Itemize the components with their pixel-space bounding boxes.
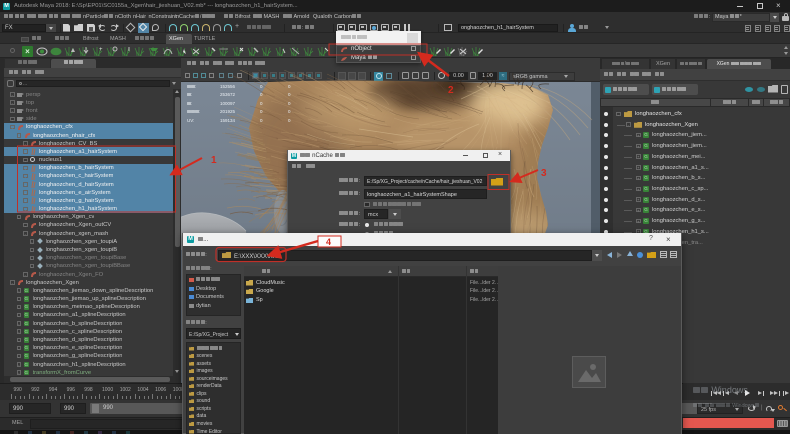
svg-text:1: 1	[211, 155, 217, 166]
svg-text:4: 4	[326, 237, 331, 247]
svg-text:2: 2	[448, 85, 454, 96]
svg-text:3: 3	[541, 168, 547, 179]
